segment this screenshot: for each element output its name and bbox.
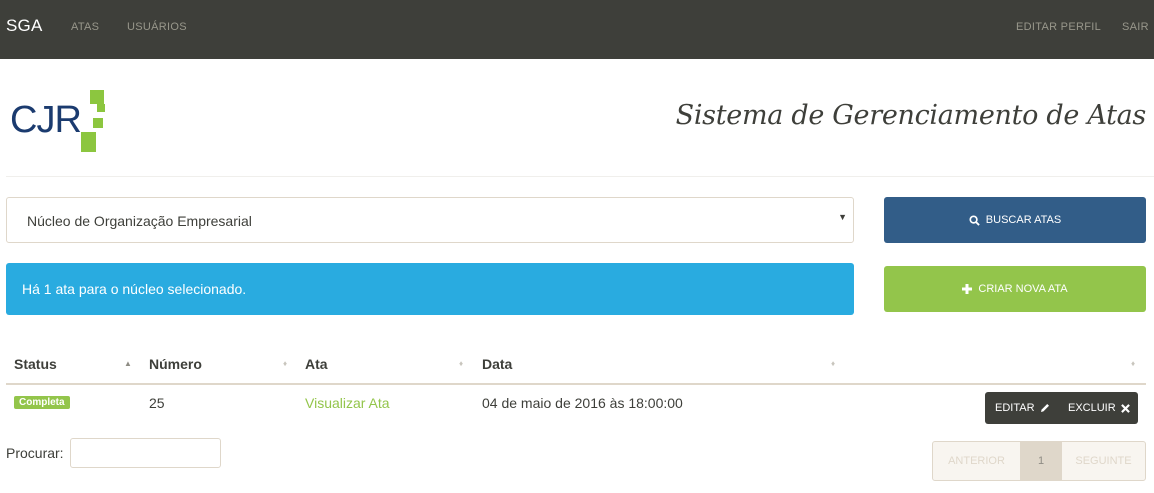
header-divider	[6, 176, 1154, 177]
nucleo-select[interactable]: Núcleo de Organização Empresarial ▼	[6, 197, 854, 243]
pagination-next[interactable]: SEGUINTE	[1061, 442, 1145, 480]
plus-icon	[962, 284, 973, 294]
column-header-data[interactable]: Data	[482, 356, 512, 372]
sort-icon[interactable]: ♦	[1131, 359, 1135, 368]
pagination: ANTERIOR 1 SEGUINTE	[932, 441, 1146, 481]
criar-nova-ata-button[interactable]: CRIAR NOVA ATA	[884, 266, 1146, 312]
nav-link-usuarios[interactable]: USUÁRIOS	[127, 21, 187, 33]
sort-icon[interactable]: ♦	[831, 359, 835, 368]
logo-text: CJR	[10, 99, 81, 141]
row-actions: EDITAR EXCLUIR	[985, 392, 1138, 424]
search-label: Procurar:	[6, 445, 64, 461]
excluir-button[interactable]: EXCLUIR	[1068, 402, 1130, 414]
brand-link[interactable]: SGA	[6, 16, 43, 36]
nav-link-atas[interactable]: ATAS	[71, 21, 99, 33]
buscar-atas-button[interactable]: BUSCAR ATAS	[884, 197, 1146, 243]
cjr-logo: CJR	[10, 90, 110, 152]
cell-data: 04 de maio de 2016 às 18:00:00	[482, 395, 683, 411]
sort-icon[interactable]: ♦	[283, 359, 287, 368]
pagination-current[interactable]: 1	[1021, 442, 1061, 480]
pencil-icon	[1040, 404, 1049, 412]
close-icon	[1120, 403, 1130, 413]
nav-link-editar-perfil[interactable]: EDITAR PERFIL	[1016, 21, 1101, 33]
editar-button[interactable]: EDITAR	[995, 402, 1050, 414]
status-badge: Completa	[14, 396, 70, 409]
info-alert: Há 1 ata para o núcleo selecionado.	[6, 263, 854, 315]
visualizar-ata-link[interactable]: Visualizar Ata	[305, 395, 390, 411]
cjr-logo-graphic: CJR	[10, 90, 105, 152]
caret-down-icon: ▼	[838, 212, 847, 222]
cell-numero: 25	[149, 395, 165, 411]
alert-text: Há 1 ata para o núcleo selecionado.	[22, 281, 247, 297]
pagination-prev[interactable]: ANTERIOR	[933, 442, 1021, 480]
sort-asc-icon[interactable]: ▲	[124, 359, 132, 368]
column-header-status[interactable]: Status	[14, 356, 57, 372]
nucleo-select-value: Núcleo de Organização Empresarial	[27, 213, 252, 229]
buscar-atas-label: BUSCAR ATAS	[985, 214, 1062, 226]
table-header-divider	[6, 383, 1146, 385]
editar-label: EDITAR	[995, 402, 1035, 414]
nav-link-sair[interactable]: SAIR	[1122, 21, 1149, 33]
criar-nova-ata-label: CRIAR NOVA ATA	[978, 283, 1068, 295]
search-input[interactable]	[70, 438, 221, 468]
column-header-ata[interactable]: Ata	[305, 356, 328, 372]
sort-icon[interactable]: ♦	[459, 359, 463, 368]
top-navbar: SGA ATAS USUÁRIOS EDITAR PERFIL SAIR	[0, 0, 1154, 59]
column-header-numero[interactable]: Número	[149, 356, 202, 372]
page-title: Sistema de Gerenciamento de Atas	[675, 100, 1147, 131]
search-icon	[969, 214, 980, 226]
excluir-label: EXCLUIR	[1068, 402, 1116, 414]
